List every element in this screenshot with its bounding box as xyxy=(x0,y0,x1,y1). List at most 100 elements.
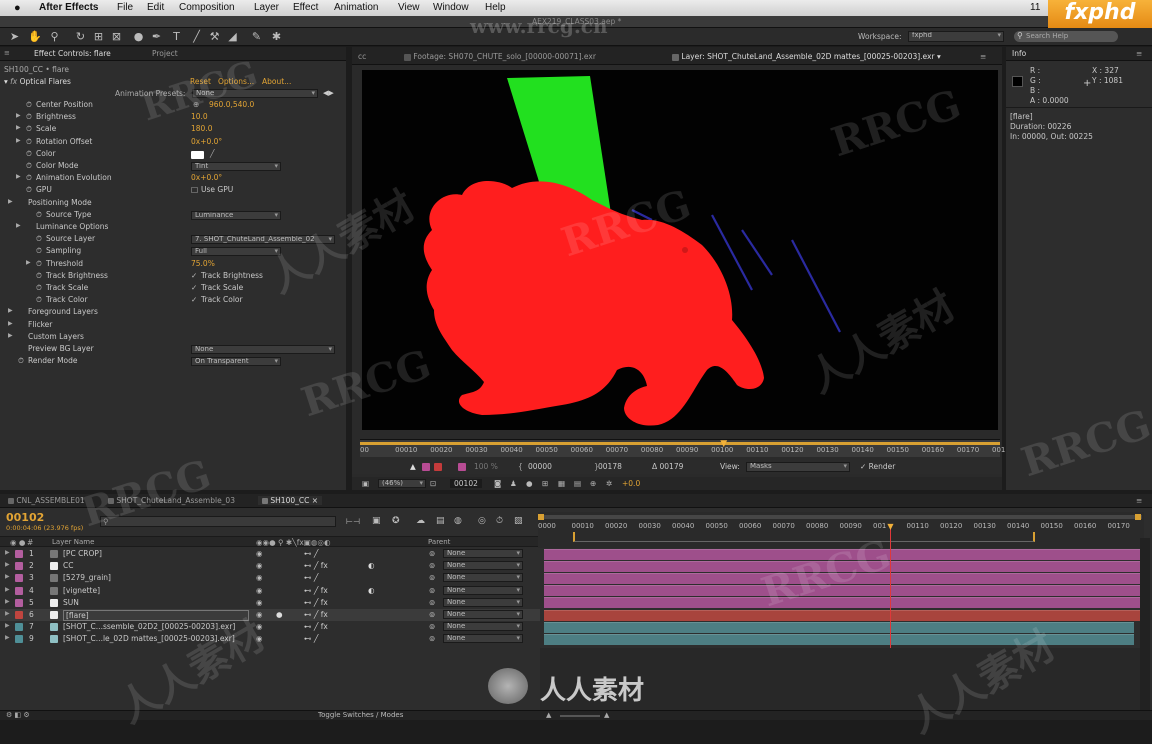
eyedropper-icon[interactable]: ╱ xyxy=(210,149,215,158)
menu-window[interactable]: Window xyxy=(433,2,469,13)
parent-select[interactable]: None xyxy=(443,561,523,571)
pick-whip-icon[interactable]: ⊚ xyxy=(429,634,435,643)
switch-icons[interactable]: ⊷ ╱ xyxy=(304,573,318,582)
property-select[interactable]: 7. SHOT_ChuteLand_Assemble_02 xyxy=(191,235,335,245)
snapshot-icon[interactable]: ▲ xyxy=(410,462,416,471)
property-value[interactable]: 0x+0.0° xyxy=(191,137,222,146)
property-value[interactable]: 180.0 xyxy=(191,124,212,133)
property-select[interactable]: None xyxy=(191,345,335,354)
brainstorm-icon[interactable]: ◎ xyxy=(478,516,486,526)
twirl-icon[interactable]: ▶ xyxy=(5,598,10,605)
layer-row[interactable]: ▶ 9 [SHOT_C...le_02D mattes_[00025-00203].… xyxy=(0,633,540,645)
switch-icons[interactable]: ⊷ ╱ fx xyxy=(304,598,328,607)
switch-icons[interactable]: ⊷ ╱ fx xyxy=(304,610,328,619)
effect-property-row[interactable]: ⏱ Color Mode Tint xyxy=(0,161,346,173)
property-value[interactable]: 0x+0.0° xyxy=(191,173,222,182)
effect-property-row[interactable]: ⏱ Center Position 960.0,540.0 ⊕ xyxy=(0,100,346,112)
apple-icon[interactable]: ● xyxy=(14,2,21,14)
effect-property-row[interactable]: ⏱ Track Brightness ✓ Track Brightness xyxy=(0,271,346,283)
always-preview-icon[interactable]: ▣ xyxy=(362,479,369,488)
switch-icons[interactable]: ⊷ ╱ fx xyxy=(304,622,328,631)
layer-duration-bar[interactable] xyxy=(544,597,1142,609)
menu-edit[interactable]: Edit xyxy=(147,2,164,13)
parent-header[interactable]: Parent xyxy=(428,538,450,546)
snapshot-camera-icon[interactable]: ◙ xyxy=(494,479,501,488)
property-checkbox[interactable]: ✓ xyxy=(191,271,197,280)
zoom-tool-icon[interactable]: ⚲ xyxy=(48,30,61,43)
shy-icon[interactable]: ☁ xyxy=(416,516,425,526)
stopwatch-icon[interactable]: ⏱ xyxy=(26,137,32,147)
out-point-value[interactable]: 00178 xyxy=(598,462,622,471)
viewer-playhead[interactable]: ▼ xyxy=(720,440,728,449)
layer-duration-bar[interactable] xyxy=(544,572,1142,584)
parent-select[interactable]: None xyxy=(443,549,523,558)
work-area-bar[interactable] xyxy=(573,532,1035,542)
effect-property-row[interactable]: ▶ ⏱ Threshold 75.0% xyxy=(0,259,346,271)
fast-previews-icon[interactable]: ▤ xyxy=(574,479,581,488)
property-checkbox[interactable]: □ xyxy=(191,185,198,194)
twirl-icon[interactable]: ▶ xyxy=(5,573,10,580)
switch-icons[interactable]: ⊷ ╱ fx xyxy=(304,561,328,570)
switch-icons[interactable]: ⊷ ╱ fx xyxy=(304,586,328,595)
layer-name[interactable]: [5279_grain] xyxy=(63,573,111,582)
view-select[interactable]: Masks xyxy=(746,462,850,472)
timeline-scrollbar[interactable] xyxy=(1140,538,1150,710)
grid-icon[interactable]: ⊞ xyxy=(542,479,548,488)
pick-whip-icon[interactable]: ⊚ xyxy=(429,610,435,619)
tab-footage[interactable]: Footage: SH070_CHUTE_solo_[00000-00071].… xyxy=(404,52,596,61)
graph-editor-icon[interactable]: ▧ xyxy=(514,516,523,526)
draft-3d-icon[interactable]: ✪ xyxy=(392,516,400,526)
viewer-time-ruler[interactable]: 00 00010 00020 00030 00040 00050 00060 00070 000… xyxy=(360,439,1005,457)
layer-duration-bar[interactable] xyxy=(544,621,1134,633)
zoom-slider[interactable] xyxy=(560,715,600,717)
brush-tool-icon[interactable]: ╱ xyxy=(190,30,203,43)
twirl-icon[interactable]: ▶ xyxy=(16,173,21,180)
show-snapshot-icon[interactable]: ♟ xyxy=(510,479,517,488)
twirl-icon[interactable]: ▶ xyxy=(5,610,10,617)
layer-name[interactable]: [PC CROP] xyxy=(63,549,102,558)
pen-tool-icon[interactable]: ✒ xyxy=(150,30,163,43)
effect-property-row[interactable]: ▶ ⏱ Animation Evolution 0x+0.0° xyxy=(0,173,346,185)
effect-property-row[interactable]: ⏱ Color ╱ xyxy=(0,149,346,161)
layer-row[interactable]: ▶ 2 CC ◉ ⊷ ╱ fx ◐ ⊚ None xyxy=(0,560,540,572)
current-frame[interactable]: 00102 xyxy=(450,479,482,488)
parent-select[interactable]: None xyxy=(443,597,523,607)
visibility-icon[interactable]: ◉ xyxy=(256,561,263,570)
twirl-icon[interactable]: ▶ xyxy=(16,222,21,229)
workspace-select[interactable]: fxphd xyxy=(908,31,1004,42)
effect-property-row[interactable]: ▶ Foreground Layers xyxy=(0,307,346,319)
puppet-tool-icon[interactable]: ✱ xyxy=(270,30,283,43)
stopwatch-icon[interactable]: ⏱ xyxy=(26,185,32,195)
effect-property-row[interactable]: Preview BG Layer None xyxy=(0,344,346,356)
layer-duration-bar[interactable] xyxy=(544,633,1134,645)
toggle-switches-modes[interactable]: Toggle Switches / Modes xyxy=(318,711,403,719)
adjustment-layer-icon[interactable]: ◐ xyxy=(368,561,375,570)
eraser-tool-icon[interactable]: ◢ xyxy=(226,30,239,43)
effect-property-row[interactable]: ▶ Flicker xyxy=(0,320,346,332)
twirl-icon[interactable]: ▶ xyxy=(16,137,21,144)
zoom-percent[interactable]: 100 % xyxy=(474,462,498,471)
parent-select[interactable]: None xyxy=(443,622,523,632)
in-point-icon[interactable]: { xyxy=(518,462,523,471)
motion-blur-icon[interactable]: ◍ xyxy=(454,516,462,526)
effect-property-row[interactable]: ⏱ Source Type Luminance xyxy=(0,210,346,222)
pick-whip-icon[interactable]: ⊚ xyxy=(429,586,435,595)
layer-duration-bar[interactable] xyxy=(544,609,1142,621)
stopwatch-icon[interactable]: ⏱ xyxy=(36,295,42,305)
rotate-tool-icon[interactable]: ↻ xyxy=(74,30,87,43)
effect-property-row[interactable]: ⏱ Sampling Full xyxy=(0,246,346,258)
tab-layer[interactable]: Layer: SHOT_ChuteLand_Assemble_02D matte… xyxy=(672,52,941,61)
timeline-playhead-head[interactable]: ▼ xyxy=(887,522,893,531)
current-timecode[interactable]: 00102 xyxy=(6,511,44,524)
exposure-value[interactable]: +0.0 xyxy=(622,479,640,488)
stopwatch-icon[interactable]: ⏱ xyxy=(36,283,42,293)
roto-brush-tool-icon[interactable]: ✎ xyxy=(250,30,263,43)
layer-name[interactable]: CC xyxy=(63,561,73,570)
animation-presets-select[interactable]: None xyxy=(192,89,318,98)
pan-behind-tool-icon[interactable]: ⊠ xyxy=(110,30,123,43)
zoom-out-icon[interactable]: ▲ xyxy=(546,711,551,719)
magnification-select[interactable]: (46%) xyxy=(378,479,426,488)
effect-header[interactable]: ▾ fx Optical Flares xyxy=(4,77,71,86)
info-panel-menu-icon[interactable]: ≡ xyxy=(1136,49,1142,58)
effect-property-row[interactable]: ▶ ⏱ Brightness 10.0 xyxy=(0,112,346,124)
